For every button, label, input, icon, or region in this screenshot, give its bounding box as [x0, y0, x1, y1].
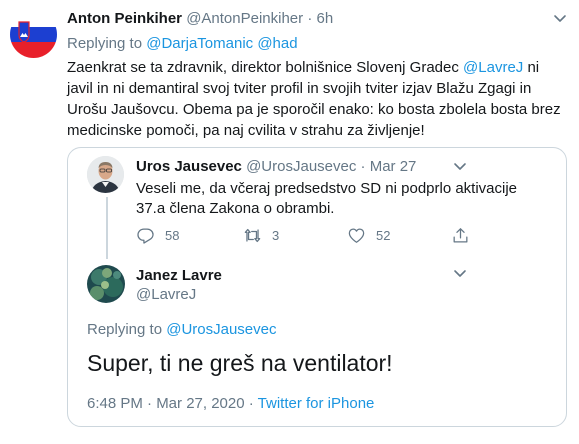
share-action[interactable] — [451, 226, 480, 245]
thread-connector-line — [106, 197, 108, 259]
chevron-down-icon[interactable] — [553, 14, 567, 24]
retweet-icon — [244, 228, 261, 243]
reply-action[interactable]: 58 — [136, 226, 179, 245]
uros-time[interactable]: Mar 27 — [370, 158, 417, 175]
heart-icon — [348, 228, 365, 243]
janez-handle-row: @LavreJ — [136, 286, 196, 303]
janez-tweet-text: Super, ti ne greš na ventilator! — [87, 350, 393, 376]
share-icon — [453, 228, 468, 243]
header-separator: · — [307, 10, 313, 27]
author-name[interactable]: Anton Peinkiher — [67, 10, 182, 27]
janez-replying-to: Replying to @UrosJausevec — [87, 321, 277, 338]
retweet-action[interactable]: 3 — [243, 226, 279, 245]
author-avatar[interactable] — [10, 11, 57, 58]
person-photo-icon — [87, 156, 124, 193]
janez-tweet-footer: 6:48 PM · Mar 27, 2020 · Twitter for iPh… — [87, 395, 374, 412]
uros-avatar[interactable] — [87, 156, 124, 193]
replying-to: Replying to @DarjaTomanic @had — [67, 35, 298, 52]
janez-replying-prefix: Replying to — [87, 321, 163, 338]
footer-separator: · — [248, 395, 254, 412]
janez-header: Janez Lavre — [136, 267, 222, 284]
tweet-text: Zaenkrat se ta zdravnik, direktor bolniš… — [67, 57, 567, 141]
like-count: 52 — [376, 228, 391, 243]
tweet-source[interactable]: Twitter for iPhone — [258, 395, 375, 412]
uros-handle[interactable]: @UrosJausevec — [246, 158, 356, 175]
uros-tweet-text: Veseli me, da včeraj predsedstvo SD ni p… — [136, 180, 518, 217]
underwater-photo-icon — [87, 265, 125, 303]
reply-count: 58 — [165, 228, 180, 243]
replying-handle-had[interactable]: @had — [257, 35, 297, 52]
uros-name[interactable]: Uros Jausevec — [136, 158, 242, 175]
uros-header: Uros Jausevec @UrosJausevec · Mar 27 — [136, 158, 416, 175]
chevron-down-icon[interactable] — [453, 162, 467, 172]
retweet-count: 3 — [272, 228, 280, 243]
slovenia-flag-icon — [10, 11, 57, 58]
tweet-header: Anton Peinkiher @AntonPeinkiher · 6h — [67, 10, 333, 27]
janez-replying-handle[interactable]: @UrosJausevec — [166, 321, 276, 338]
janez-timestamp[interactable]: 6:48 PM · Mar 27, 2020 — [87, 395, 245, 412]
chevron-down-icon[interactable] — [453, 269, 467, 279]
uros-separator: · — [360, 158, 366, 175]
janez-name[interactable]: Janez Lavre — [136, 267, 222, 284]
replying-prefix: Replying to — [67, 35, 143, 52]
reply-icon — [137, 228, 154, 244]
uros-actions: 58 3 52 — [136, 226, 556, 248]
tweet-time[interactable]: 6h — [317, 10, 334, 27]
replying-handle-darja[interactable]: @DarjaTomanic — [146, 35, 253, 52]
like-action[interactable]: 52 — [347, 226, 390, 245]
janez-handle[interactable]: @LavreJ — [136, 286, 196, 303]
tweet-text-part1: Zaenkrat se ta zdravnik, direktor bolniš… — [67, 59, 464, 76]
quoted-thread-card[interactable]: Uros Jausevec @UrosJausevec · Mar 27 Ves… — [67, 147, 567, 427]
author-handle[interactable]: @AntonPeinkiher — [186, 10, 303, 27]
janez-avatar[interactable] — [87, 265, 125, 303]
tweet-mention-lavrej[interactable]: @LavreJ — [463, 59, 523, 76]
